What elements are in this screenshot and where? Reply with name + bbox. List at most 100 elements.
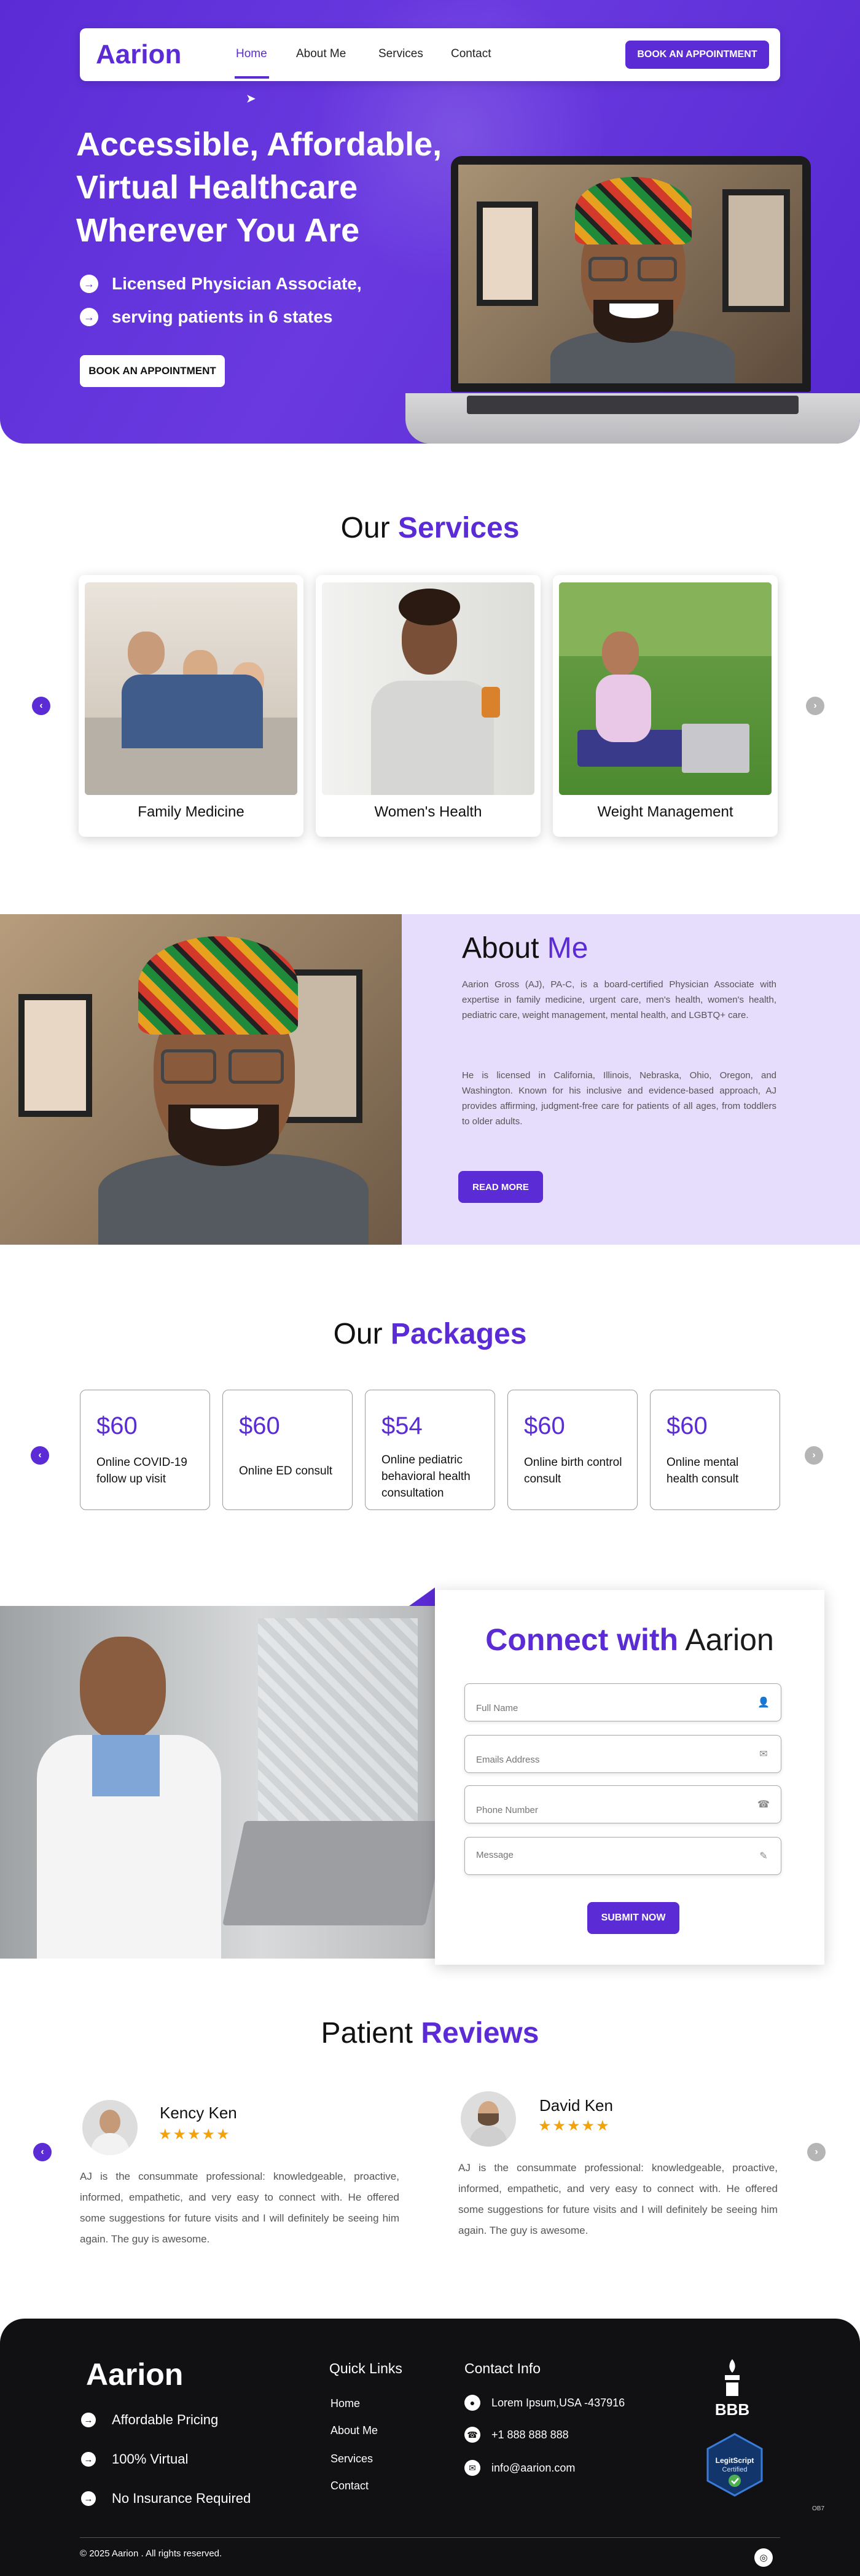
service-card-family-medicine[interactable]: Family Medicine [79, 575, 303, 837]
footer-link-contact[interactable]: Contact [330, 2480, 369, 2492]
mail-icon: ✉ [464, 2460, 480, 2476]
footer-feature: → Affordable Pricing [81, 2412, 218, 2428]
package-desc: Online pediatric behavioral health consu… [381, 1454, 471, 1500]
copyright: © 2025 Aarion . All rights reserved. [80, 2548, 222, 2559]
footer-email[interactable]: ✉ info@aarion.com [464, 2460, 575, 2476]
submit-button[interactable]: SUBMIT NOW [587, 1902, 679, 1934]
instagram-icon[interactable]: ◎ [754, 2548, 773, 2567]
legitscript-badge[interactable]: LegitScript Certified [704, 2432, 765, 2498]
laptop-screen-photo [458, 165, 802, 383]
reviewer-name: David Ken [539, 2096, 613, 2115]
footer-link-services[interactable]: Services [330, 2453, 373, 2465]
phone-input[interactable] [476, 1786, 746, 1822]
hero-book-button[interactable]: BOOK AN APPOINTMENT [80, 355, 225, 387]
legitscript-certified: Certified [722, 2466, 748, 2473]
email-input[interactable] [476, 1736, 746, 1771]
footer-divider [80, 2537, 780, 2538]
package-price: $60 [666, 1412, 708, 1439]
legitscript-name: LegitScript [715, 2456, 754, 2465]
navbar: Aarion Home About Me Services Contact BO… [80, 28, 780, 81]
package-card[interactable]: $60 Online COVID-19 follow up visit [80, 1390, 210, 1510]
service-label: Women's Health [374, 804, 482, 820]
connect-accent-triangle [409, 1587, 435, 1606]
footer-link-about[interactable]: About Me [330, 2424, 378, 2437]
bbb-logo[interactable]: BBB [713, 2357, 752, 2419]
service-card-womens-health[interactable]: Women's Health [316, 575, 541, 837]
package-price: $54 [381, 1412, 423, 1439]
rating-stars: ★★★★★ [158, 2126, 231, 2143]
bbb-text: BBB [714, 2400, 750, 2419]
avatar [82, 2100, 138, 2155]
arrow-right-circle-icon: → [80, 275, 98, 293]
connect-photo [0, 1606, 436, 1959]
services-prev-arrow[interactable]: ‹ [32, 697, 50, 715]
arrow-right-circle-icon: → [81, 2491, 96, 2506]
service-label: Weight Management [597, 804, 733, 820]
full-name-field[interactable]: 👤 [464, 1683, 781, 1721]
package-desc: Online birth control consult [524, 1456, 622, 1486]
logo[interactable]: Aarion [96, 39, 181, 70]
packages-title: Our Packages [333, 1318, 527, 1350]
packages-prev-arrow[interactable]: ‹ [31, 1446, 49, 1465]
package-price: $60 [96, 1412, 138, 1439]
services-next-arrow[interactable]: › [806, 697, 824, 715]
hero-title: Accessible, Affordable, Virtual Healthca… [76, 126, 442, 249]
footer-feature-text: No Insurance Required [112, 2491, 251, 2506]
review-text: AJ is the consummate professional: knowl… [80, 2171, 399, 2245]
footer-feature-text: 100% Virtual [112, 2451, 189, 2467]
read-more-button[interactable]: READ MORE [458, 1171, 543, 1203]
package-card[interactable]: $54 Online pediatric behavioral health c… [365, 1390, 495, 1510]
arrow-right-circle-icon: → [81, 2413, 96, 2427]
package-card[interactable]: $60 Online mental health consult [650, 1390, 780, 1510]
womens-health-photo [322, 582, 534, 795]
phone-field[interactable]: ☎ [464, 1785, 781, 1823]
weight-management-photo [559, 582, 772, 795]
service-card-weight-management[interactable]: Weight Management [553, 575, 778, 837]
mail-icon: ✉ [759, 1749, 768, 1760]
footer-logo[interactable]: Aarion [86, 2357, 183, 2392]
package-desc: Online mental health consult [666, 1456, 739, 1486]
package-card[interactable]: $60 Online birth control consult [507, 1390, 638, 1510]
footer-feature: → No Insurance Required [81, 2491, 251, 2507]
bbb-torch-icon [725, 2359, 740, 2396]
package-card[interactable]: $60 Online ED consult [222, 1390, 353, 1510]
message-input[interactable] [476, 1838, 746, 1873]
packages-next-arrow[interactable]: › [805, 1446, 823, 1465]
nav-home[interactable]: Home [236, 47, 267, 61]
reviews-prev-arrow[interactable]: ‹ [33, 2143, 52, 2161]
family-photo [85, 582, 297, 795]
about-photo [0, 914, 402, 1245]
phone-icon: ☎ [464, 2427, 480, 2443]
nav-about[interactable]: About Me [296, 47, 346, 61]
package-desc: Online COVID-19 follow up visit [96, 1456, 187, 1486]
footer-address: ● Lorem Ipsum,USA -437916 [464, 2395, 625, 2411]
about-title: About Me [462, 932, 588, 965]
review-text: AJ is the consummate professional: knowl… [458, 2162, 778, 2236]
reviewer-name: Kency Ken [160, 2104, 237, 2122]
reviews-next-arrow[interactable]: › [807, 2143, 826, 2161]
nav-book-button[interactable]: BOOK AN APPOINTMENT [625, 41, 769, 69]
footer-link-home[interactable]: Home [330, 2397, 360, 2410]
services-title: Our Services [340, 512, 520, 544]
about-paragraph: Aarion Gross (AJ), PA-C, is a board-cert… [462, 979, 776, 1020]
phone-icon: ☎ [757, 1799, 770, 1810]
quick-links-title: Quick Links [329, 2360, 402, 2376]
footer-email-text: info@aarion.com [491, 2461, 576, 2474]
package-price: $60 [524, 1412, 565, 1439]
location-icon: ● [464, 2395, 480, 2411]
nav-contact[interactable]: Contact [451, 47, 491, 61]
footer-feature: → 100% Virtual [81, 2451, 188, 2467]
message-field[interactable]: ✎ [464, 1837, 781, 1875]
service-label: Family Medicine [138, 804, 244, 820]
footer-feature-text: Affordable Pricing [112, 2412, 219, 2427]
hero-point-text: serving patients in 6 states [112, 307, 333, 326]
mouse-cursor-icon: ➤ [246, 92, 256, 106]
edit-icon: ✎ [759, 1851, 768, 1862]
avatar [461, 2091, 516, 2147]
full-name-input[interactable] [476, 1684, 746, 1720]
email-field[interactable]: ✉ [464, 1735, 781, 1773]
arrow-right-circle-icon: → [81, 2452, 96, 2467]
footer-phone[interactable]: ☎ +1 888 888 888 [464, 2427, 569, 2443]
rating-stars: ★★★★★ [538, 2118, 611, 2134]
nav-services[interactable]: Services [378, 47, 423, 61]
